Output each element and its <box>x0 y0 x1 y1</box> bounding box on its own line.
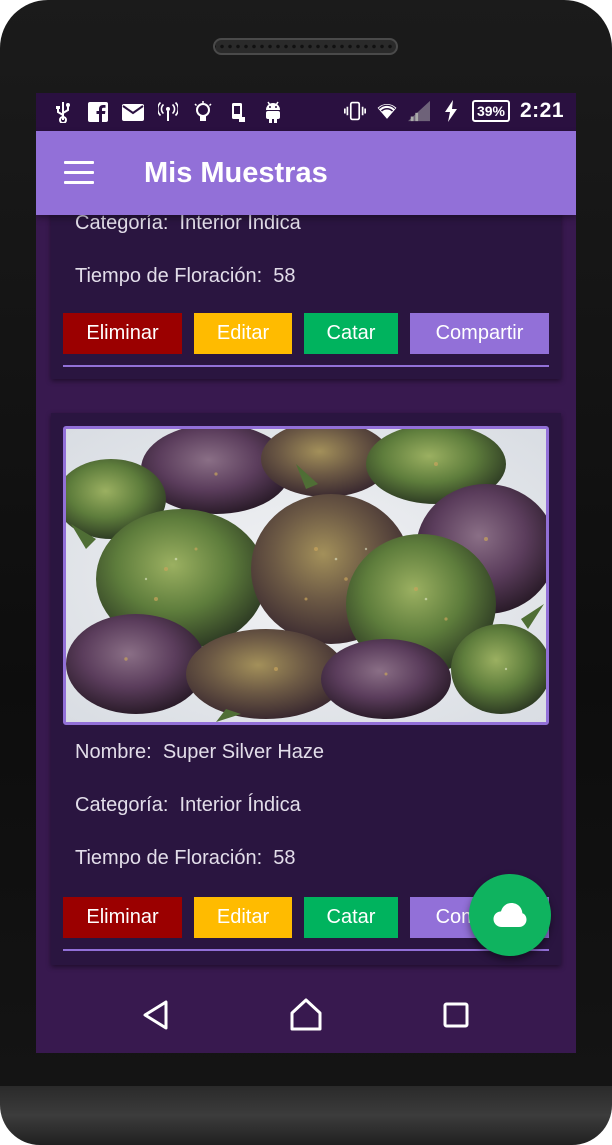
name-field: Nombre: Super Silver Haze <box>75 741 324 764</box>
sample-photo[interactable] <box>63 426 549 725</box>
card-divider <box>63 365 549 367</box>
card-divider <box>63 949 549 951</box>
category-value: Interior Índica <box>179 212 301 234</box>
delete-button[interactable]: Eliminar <box>63 897 182 938</box>
hamburger-menu-icon[interactable] <box>64 161 94 185</box>
page-title: Mis Muestras <box>144 157 328 189</box>
recents-square-icon[interactable] <box>438 997 474 1033</box>
phone-speaker <box>213 38 398 55</box>
android-icon <box>262 101 284 123</box>
edit-button[interactable]: Editar <box>194 313 292 354</box>
status-bar: 39% 2:21 <box>36 93 576 131</box>
phone-chin <box>0 1086 612 1145</box>
phone-sync-icon <box>227 101 249 123</box>
navigation-bar <box>36 975 576 1053</box>
back-triangle-icon[interactable] <box>138 997 174 1033</box>
charging-icon <box>440 100 462 122</box>
hotspot-icon <box>157 101 179 123</box>
flowering-time-label: Tiempo de Floración: <box>75 847 263 869</box>
taste-button[interactable]: Catar <box>304 897 398 938</box>
name-label: Nombre: <box>75 741 152 763</box>
signal-icon <box>407 100 430 122</box>
category-field: Categoría: Interior Índica <box>75 794 301 817</box>
clock: 2:21 <box>519 99 564 122</box>
cloud-sync-fab[interactable] <box>469 874 551 956</box>
screen: 39% 2:21 Mis Muestras Categoría: Interio… <box>36 93 576 1053</box>
facebook-icon <box>87 101 109 123</box>
category-field: Categoría: Interior Índica <box>75 212 301 235</box>
card-actions: Eliminar Editar Catar Compartir <box>63 313 549 354</box>
flowering-time-value: 58 <box>273 847 296 869</box>
category-value: Interior Índica <box>179 794 301 816</box>
lightbulb-icon <box>192 101 214 123</box>
flowering-time-field: Tiempo de Floración: 58 <box>75 265 296 288</box>
edit-button[interactable]: Editar <box>194 897 292 938</box>
share-button[interactable]: Compartir <box>410 313 549 354</box>
usb-icon <box>52 101 74 123</box>
delete-button[interactable]: Eliminar <box>63 313 182 354</box>
phone-frame: 39% 2:21 Mis Muestras Categoría: Interio… <box>0 0 612 1145</box>
name-value: Super Silver Haze <box>162 741 325 763</box>
wifi-icon <box>376 100 398 122</box>
app-bar: Mis Muestras <box>36 131 576 215</box>
battery-level: 39% <box>471 100 510 122</box>
category-label: Categoría: <box>75 794 169 816</box>
category-label: Categoría: <box>75 212 169 234</box>
flowering-time-value: 58 <box>273 265 296 287</box>
mail-icon <box>122 101 144 123</box>
taste-button[interactable]: Catar <box>304 313 398 354</box>
flowering-time-field: Tiempo de Floración: 58 <box>75 847 296 870</box>
cloud-icon <box>493 903 527 927</box>
vibrate-icon <box>343 100 366 122</box>
flowering-time-label: Tiempo de Floración: <box>75 265 263 287</box>
home-icon[interactable] <box>288 997 324 1033</box>
